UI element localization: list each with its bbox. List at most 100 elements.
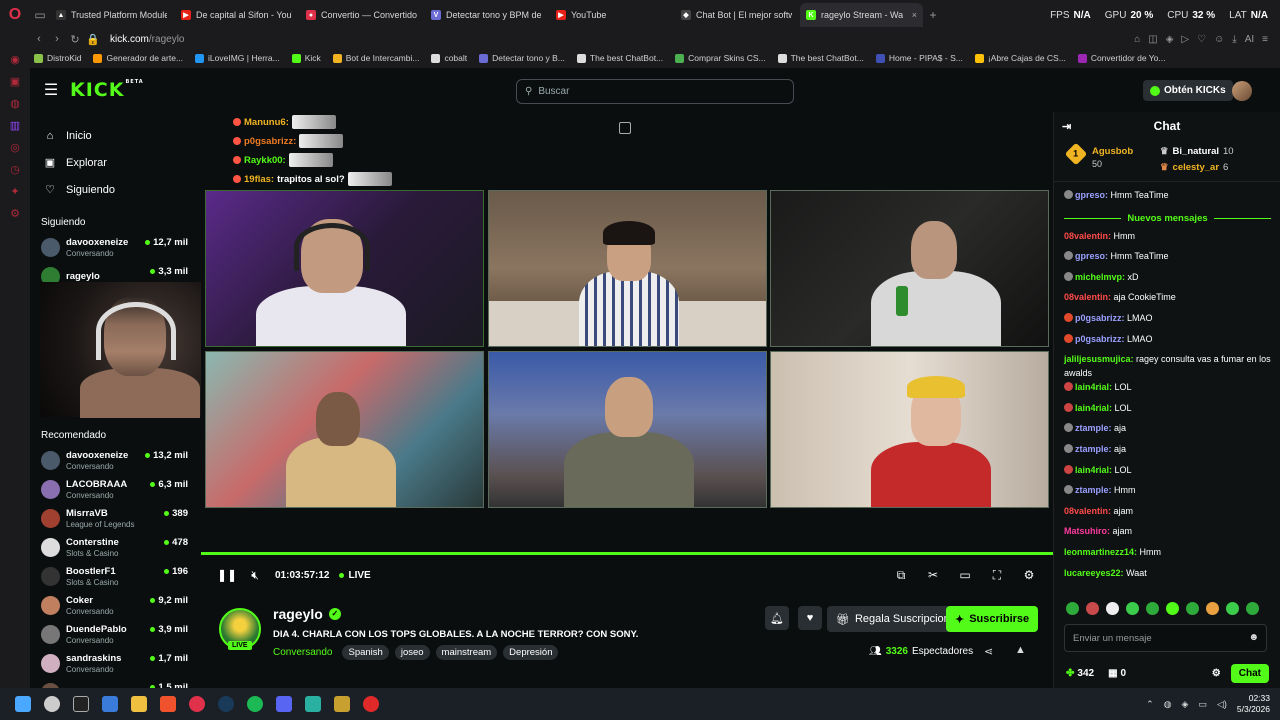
clip-icon[interactable]: ✂ <box>919 568 947 583</box>
bookmark-item[interactable]: Home - PIPA$ - S... <box>875 53 963 63</box>
nav-siguiendo[interactable]: ♡ Siguiendo <box>30 176 200 203</box>
download-icon[interactable]: ⤓ <box>1232 34 1236 45</box>
steam-icon[interactable] <box>211 688 240 720</box>
menu-icon[interactable]: ≡ <box>1262 34 1268 45</box>
tray-app-icon[interactable]: ◍ <box>1164 699 1172 710</box>
browser-tab[interactable]: Krageylo Stream - Watch Li × <box>800 3 923 27</box>
chat-username[interactable]: 08valentin: <box>1064 292 1111 302</box>
chat-username[interactable]: gpreso: <box>1075 251 1108 261</box>
music-icon[interactable]: ◎ <box>0 136 30 158</box>
forward-button[interactable]: › <box>48 33 66 45</box>
tray-app-icon[interactable]: ◈ <box>1182 699 1189 710</box>
collapse-chat-icon[interactable]: ⇥ <box>1062 120 1071 133</box>
streamer-name[interactable]: rageylo <box>273 606 323 622</box>
tag-chip[interactable]: mainstream <box>435 645 498 660</box>
calculator-icon[interactable] <box>95 688 124 720</box>
bookmark-item[interactable]: Detectar tono y B... <box>479 53 565 63</box>
extensions-icon[interactable]: ✦ <box>0 180 30 202</box>
report-icon[interactable]: ▲ <box>1015 644 1026 656</box>
chat-username[interactable]: lain4rial: <box>1075 403 1112 413</box>
history-icon[interactable]: ◷ <box>0 158 30 180</box>
bookmark-item[interactable]: The best ChatBot... <box>576 53 663 63</box>
search-input[interactable]: ⚲ Buscar <box>516 79 794 104</box>
nav-inicio[interactable]: ⌂ Inicio <box>30 122 200 149</box>
reload-icon[interactable]: ↻ <box>66 33 84 46</box>
bookmark-item[interactable]: DistroKid <box>34 53 81 63</box>
channel-item[interactable]: sandraskins Conversando 1,7 mil <box>30 649 200 678</box>
emote-icon[interactable] <box>1106 602 1119 615</box>
store-balance[interactable]: ▦ 0 <box>1108 668 1126 679</box>
hamburger-menu-icon[interactable]: ☰ <box>36 80 66 100</box>
chat-username[interactable]: ztample: <box>1075 423 1112 433</box>
bookmark-item[interactable]: ¡Abre Cajas de CS... <box>974 53 1066 63</box>
bookmark-item[interactable]: Bot de Intercambi... <box>332 53 419 63</box>
video-player[interactable]: Manunu6: p0gsabrizz: Raykk00: 19flas: trapit… <box>201 112 1053 558</box>
whatsapp-icon[interactable]: ◍ <box>0 92 30 114</box>
popout-icon[interactable] <box>619 122 631 134</box>
chat-settings-icon[interactable]: ⚙ <box>1212 668 1221 679</box>
play-icon[interactable]: ▷ <box>1181 34 1189 45</box>
workspaces-icon[interactable]: ▭ <box>30 0 50 30</box>
kick-logo[interactable]: KICKBETA <box>70 79 144 101</box>
bookmark-item[interactable]: Comprar Skins CS... <box>675 53 766 63</box>
chat-username[interactable]: lucareeyes22: <box>1064 568 1124 578</box>
channel-item[interactable]: BoostlerF1 Slots & Casino 196 <box>30 562 200 591</box>
spotify-icon[interactable] <box>240 688 269 720</box>
browser-tab[interactable]: ▲ Trusted Platform Module ( <box>50 3 173 27</box>
get-kicks-button[interactable]: Obtén KICKs <box>1143 80 1233 101</box>
chat-username[interactable]: ztample: <box>1075 444 1112 454</box>
discord-icon[interactable] <box>269 688 298 720</box>
app-icon[interactable] <box>327 688 356 720</box>
chat-username[interactable]: jaliljesusmujica: <box>1064 354 1134 364</box>
channel-item[interactable]: davooxeneize Conversando 13,2 mil <box>30 446 200 475</box>
pin-icon[interactable]: ⌂ <box>1134 34 1140 45</box>
emote-icon[interactable] <box>1066 602 1079 615</box>
bookmark-item[interactable]: The best ChatBot... <box>777 53 864 63</box>
messenger-icon[interactable]: ◉ <box>0 48 30 70</box>
chat-username[interactable]: lain4rial: <box>1075 465 1112 475</box>
emote-icon[interactable] <box>1246 602 1259 615</box>
bookmark-item[interactable]: Kick <box>291 53 321 63</box>
epic-games-icon[interactable] <box>66 688 95 720</box>
pip-icon[interactable]: ⧉ <box>887 568 915 583</box>
chat-username[interactable]: 08valentin: <box>1064 506 1111 516</box>
chat-username[interactable]: leonmartinezz14: <box>1064 547 1137 557</box>
notifications-bell-icon[interactable]: 🔔︎ <box>765 606 789 630</box>
emote-icon[interactable] <box>1086 602 1099 615</box>
bookmark-item[interactable]: Generador de arte... <box>93 53 183 63</box>
gx-corner-icon[interactable]: ▣ <box>0 70 30 92</box>
brave-icon[interactable] <box>153 688 182 720</box>
channel-item[interactable]: davooxeneize Conversando 12,7 mil <box>30 233 200 262</box>
tag-chip[interactable]: Spanish <box>342 645 389 660</box>
settings-icon[interactable]: ⚙ <box>0 202 30 224</box>
shield-icon[interactable]: ◈ <box>1166 34 1174 45</box>
stream-category[interactable]: Conversando <box>273 647 332 658</box>
chat-username[interactable]: 08valentin: <box>1064 231 1111 241</box>
follow-heart-icon[interactable]: ♥ <box>798 606 822 630</box>
browser-tab[interactable]: ◆ Chat Bot | El mejor softwa <box>675 3 798 27</box>
nav-explorar[interactable]: ▣ Explorar <box>30 149 200 176</box>
bookmark-icon[interactable]: ♡ <box>1197 34 1206 45</box>
share-icon[interactable]: ⋖ <box>984 645 993 658</box>
pause-icon[interactable]: ❚❚ <box>213 568 241 582</box>
settings-gear-icon[interactable]: ⚙ <box>1015 568 1043 583</box>
chat-username[interactable]: ztample: <box>1075 485 1112 495</box>
kicks-balance[interactable]: ✤ 342 <box>1066 668 1094 679</box>
bookmark-item[interactable]: cobalt <box>431 53 467 63</box>
emoji-picker-icon[interactable]: ☻ <box>1248 632 1259 643</box>
subscribe-button[interactable]: ✦ Suscribirse <box>946 606 1039 632</box>
tray-chevron-icon[interactable]: ⌃ <box>1146 699 1154 710</box>
chat-username[interactable]: michelmvp: <box>1075 272 1125 282</box>
bookmark-item[interactable]: Convertidor de Yo... <box>1077 53 1165 63</box>
browser-tab[interactable]: ● Convertio — Convertidor <box>300 3 423 27</box>
chat-username[interactable]: p0gsabrizz: <box>1075 313 1125 323</box>
bookmark-item[interactable]: iLoveIMG | Herra... <box>195 53 280 63</box>
profile-icon[interactable]: ☺ <box>1214 34 1224 45</box>
chat-message-input[interactable]: Enviar un mensaje ☻ <box>1064 624 1267 652</box>
channel-item[interactable]: Coker Conversando 9,2 mil <box>30 591 200 620</box>
search-taskbar-icon[interactable] <box>37 688 66 720</box>
emote-icon[interactable] <box>1206 602 1219 615</box>
channel-item[interactable]: LACOBRAAA Conversando 6,3 mil <box>30 475 200 504</box>
opera-taskbar-icon[interactable] <box>182 688 211 720</box>
file-explorer-icon[interactable] <box>124 688 153 720</box>
